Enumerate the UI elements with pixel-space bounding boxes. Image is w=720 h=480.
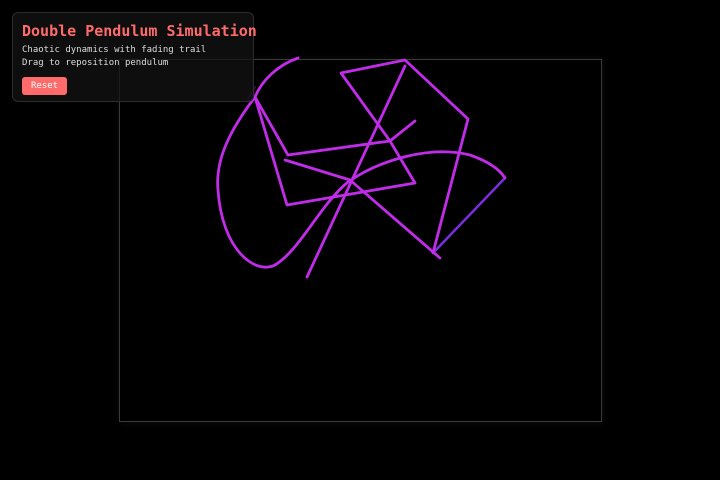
description-text: Chaotic dynamics with fading trail [22, 45, 207, 55]
stage: Double Pendulum Simulation Chaotic dynam… [0, 0, 720, 480]
simulation-canvas[interactable] [119, 59, 602, 422]
page-title: Double Pendulum Simulation [22, 22, 257, 40]
instruction-text: Drag to reposition pendulum [22, 58, 169, 68]
reset-button[interactable]: Reset [22, 77, 68, 95]
control-panel: Double Pendulum Simulation Chaotic dynam… [12, 12, 257, 102]
